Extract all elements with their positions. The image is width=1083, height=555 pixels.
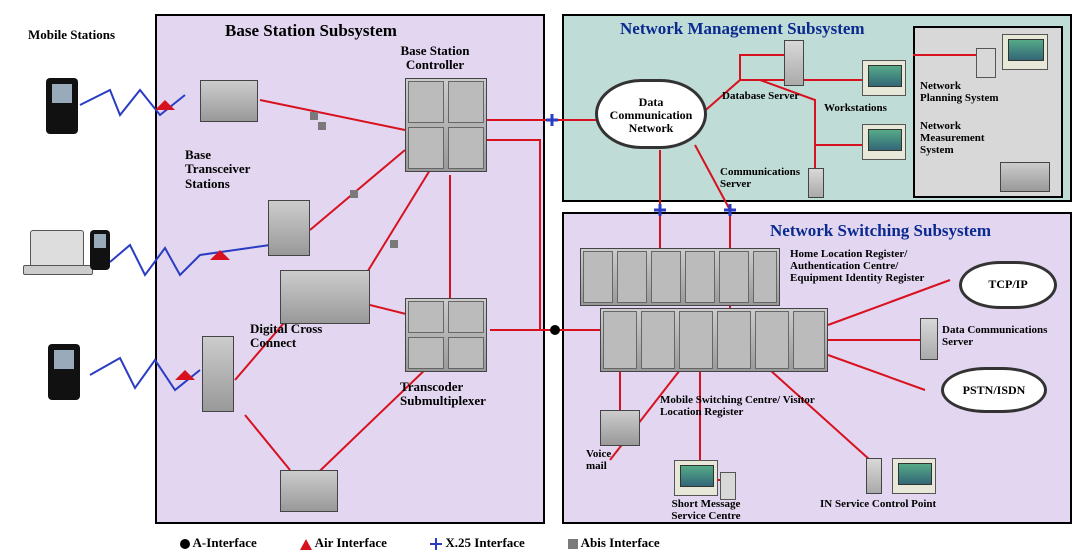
bss-title: Base Station Subsystem bbox=[225, 22, 397, 41]
bts-rack-icon bbox=[200, 80, 258, 122]
dcs-label: Data Communications Server bbox=[942, 324, 1072, 348]
pstn-label: PSTN/ISDN bbox=[944, 384, 1044, 397]
sms-workstation-icon bbox=[674, 460, 718, 496]
dcs-server-icon bbox=[920, 318, 938, 360]
a-interface-icon bbox=[180, 539, 190, 549]
mobile-phone-icon bbox=[90, 230, 110, 270]
abis-interface-icon bbox=[568, 539, 578, 549]
msc-label: Mobile Switching Centre/ Visitor Locatio… bbox=[660, 394, 820, 418]
legend-x25: X.25 Interface bbox=[445, 535, 524, 550]
dcc-open-rack-icon bbox=[280, 270, 370, 324]
voicemail-icon bbox=[600, 410, 640, 446]
sms-tower-icon bbox=[720, 472, 736, 500]
legend-air: Air Interface bbox=[315, 535, 387, 550]
nps-workstation-icon bbox=[1002, 34, 1048, 70]
hlr-label: Home Location Register/ Authentication C… bbox=[790, 248, 950, 284]
hlr-rack-icon bbox=[580, 248, 780, 306]
in-label: IN Service Control Point bbox=[820, 498, 936, 510]
msc-rack-icon bbox=[600, 308, 828, 372]
dcn-label: Data Communication Network bbox=[598, 96, 704, 136]
nms2-label: Network Measurement System bbox=[920, 120, 1010, 156]
bsc-label: Base Station Controller bbox=[385, 44, 485, 73]
x25-interface-icon bbox=[430, 538, 442, 550]
mobile-stations-label: Mobile Stations bbox=[28, 28, 115, 42]
dcc-label: Digital Cross Connect bbox=[250, 322, 340, 351]
workstation-icon bbox=[862, 60, 906, 96]
nss-title: Network Switching Subsystem bbox=[770, 222, 991, 241]
measurement-device-icon bbox=[1000, 162, 1050, 192]
bts-label: Base Transceiver Stations bbox=[185, 148, 265, 191]
nps-tower-icon bbox=[976, 48, 996, 78]
mobile-phone-icon bbox=[48, 344, 80, 400]
pstn-cloud-icon: PSTN/ISDN bbox=[942, 368, 1046, 412]
in-server-icon bbox=[866, 458, 882, 494]
bts-rack-icon bbox=[280, 470, 338, 512]
laptop-icon bbox=[30, 230, 84, 270]
dcc-rack-icon bbox=[202, 336, 234, 412]
tcpip-label: TCP/IP bbox=[962, 278, 1054, 291]
dcn-cloud-icon: Data Communication Network bbox=[596, 80, 706, 148]
tcpip-cloud-icon: TCP/IP bbox=[960, 262, 1056, 308]
db-server-icon bbox=[784, 40, 804, 86]
bsc-rack-icon bbox=[405, 78, 487, 172]
nms-title: Network Management Subsystem bbox=[620, 20, 865, 39]
tsm-label: Transcoder Submultiplexer bbox=[400, 380, 510, 409]
legend-a: A-Interface bbox=[193, 535, 257, 550]
vm-label: Voice mail bbox=[586, 448, 626, 472]
legend-abis: Abis Interface bbox=[581, 535, 660, 550]
mobile-phone-icon bbox=[46, 78, 78, 134]
transcoder-rack-icon bbox=[405, 298, 487, 372]
diagram-canvas: Mobile Stations Base Station Subsystem B… bbox=[0, 0, 1083, 555]
workstations-label: Workstations bbox=[824, 102, 887, 114]
bts-rack-icon bbox=[268, 200, 310, 256]
sms-label: Short Message Service Centre bbox=[656, 498, 756, 522]
air-interface-icon bbox=[300, 539, 312, 550]
workstation-icon bbox=[862, 124, 906, 160]
nps-label: Network Planning System bbox=[920, 80, 1000, 104]
in-workstation-icon bbox=[892, 458, 936, 494]
legend: A-Interface Air Interface X.25 Interface… bbox=[180, 535, 700, 551]
comm-server-label: Communications Server bbox=[720, 166, 820, 190]
db-server-label: Database Server bbox=[722, 90, 799, 102]
